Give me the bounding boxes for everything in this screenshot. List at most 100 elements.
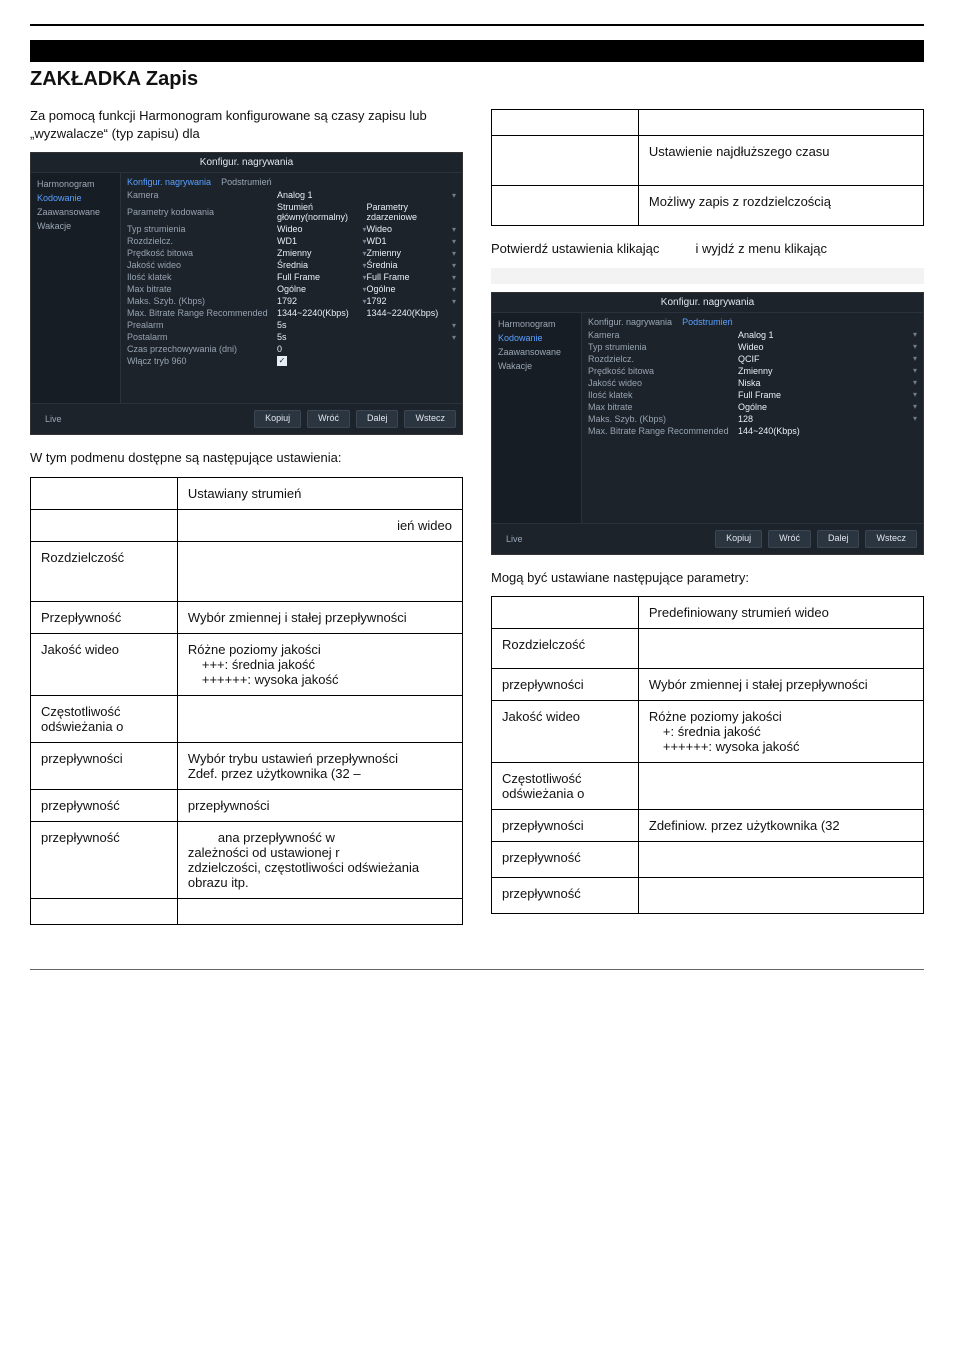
- val2-range: 1344~2240(Kbps): [367, 308, 457, 318]
- line: +: średnia jakość: [649, 724, 761, 739]
- val-rozdz[interactable]: WD1▾: [277, 236, 367, 246]
- side-wakacje[interactable]: Wakacje: [498, 359, 575, 373]
- val-czas[interactable]: 0: [277, 344, 456, 354]
- val2-jakosc[interactable]: Średnia▾: [367, 260, 457, 270]
- live-label[interactable]: Live: [37, 410, 70, 428]
- val-prealarm[interactable]: 5s▾: [277, 320, 456, 330]
- val2-ilosc[interactable]: Full Frame▾: [367, 272, 457, 282]
- prev-button[interactable]: Wstecz: [404, 410, 456, 428]
- intro-text: Za pomocą funkcji Harmonogram konfigurow…: [30, 107, 463, 142]
- shot-sidebar: Harmonogram Kodowanie Zaawansowane Wakac…: [492, 313, 582, 523]
- chevron-down-icon: ▾: [907, 342, 917, 351]
- chevron-down-icon: ▾: [446, 225, 456, 234]
- lab-predk: Prędkość bitowa: [588, 366, 738, 376]
- val-rozdz[interactable]: QCIF▾: [738, 354, 917, 364]
- copy-button[interactable]: Kopiuj: [254, 410, 301, 428]
- val2-maksszyb[interactable]: 1792▾: [367, 296, 457, 306]
- side-harmonogram[interactable]: Harmonogram: [498, 317, 575, 331]
- line: Wybór trybu ustawień przepływności: [188, 751, 398, 766]
- val-maxbit-text: Ogólne: [277, 284, 306, 294]
- cell: Rozdzielczość: [31, 541, 178, 601]
- cell: [177, 898, 462, 924]
- side-kodowanie[interactable]: Kodowanie: [498, 331, 575, 345]
- chevron-down-icon: ▾: [907, 354, 917, 363]
- chevron-down-icon: ▾: [356, 225, 366, 234]
- black-bar: [30, 40, 924, 62]
- live-label[interactable]: Live: [498, 530, 531, 548]
- chevron-down-icon: ▾: [907, 414, 917, 423]
- tab-substream[interactable]: Podstrumień: [682, 317, 733, 327]
- val-postalarm[interactable]: 5s▾: [277, 332, 456, 342]
- val-postalarm-text: 5s: [277, 332, 287, 342]
- chevron-down-icon: ▾: [356, 297, 366, 306]
- lab-range: Max. Bitrate Range Recommended: [588, 426, 738, 436]
- side-kodowanie[interactable]: Kodowanie: [37, 191, 114, 205]
- back-button[interactable]: Wróć: [307, 410, 350, 428]
- left-subhead: W tym podmenu dostępne są następujące us…: [30, 449, 463, 467]
- side-zaawansowane[interactable]: Zaawansowane: [498, 345, 575, 359]
- lab-rozdz: Rozdzielcz.: [588, 354, 738, 364]
- val-maxbit[interactable]: Ogólne▾: [738, 402, 917, 412]
- val2-rozdz[interactable]: WD1▾: [367, 236, 457, 246]
- val2-typstr[interactable]: Wideo▾: [367, 224, 457, 234]
- right-column: Ustawienie najdłuższego czasu Możliwy za…: [491, 103, 924, 939]
- side-harmonogram[interactable]: Harmonogram: [37, 177, 114, 191]
- val-maxbit[interactable]: Ogólne▾: [277, 284, 367, 294]
- cell: Ustawiany strumień: [177, 477, 462, 509]
- cell: Jakość wideo: [31, 633, 178, 695]
- val-typstr[interactable]: Wideo▾: [738, 342, 917, 352]
- val-ilosc[interactable]: Full Frame▾: [738, 390, 917, 400]
- val-jakosc[interactable]: Średnia▾: [277, 260, 367, 270]
- val2-maxbit[interactable]: Ogólne▾: [367, 284, 457, 294]
- right-top-table: Ustawienie najdłuższego czasu Możliwy za…: [491, 109, 924, 226]
- next-button[interactable]: Dalej: [356, 410, 399, 428]
- next-button[interactable]: Dalej: [817, 530, 860, 548]
- two-columns: Za pomocą funkcji Harmonogram konfigurow…: [30, 103, 924, 939]
- checkbox-icon[interactable]: ✓: [277, 356, 287, 366]
- chevron-down-icon: ▾: [446, 237, 456, 246]
- cell: [638, 878, 923, 914]
- val-kamera[interactable]: Analog 1▾: [738, 330, 917, 340]
- cell: Częstotliwość odświeżania o: [492, 763, 639, 810]
- lab-ilosc: Ilość klatek: [127, 272, 277, 282]
- tab-recording[interactable]: Konfigur. nagrywania: [588, 317, 672, 327]
- val-jakosc[interactable]: Niska▾: [738, 378, 917, 388]
- side-zaawansowane[interactable]: Zaawansowane: [37, 205, 114, 219]
- val-kamera[interactable]: Analog 1▾: [277, 190, 456, 200]
- val-ilosc-text: Full Frame: [277, 272, 320, 282]
- val-wlacz[interactable]: ✓: [277, 356, 456, 366]
- shot-title: Konfigur. nagrywania: [492, 293, 923, 313]
- cell: [638, 763, 923, 810]
- val2-maxbit-text: Ogólne: [367, 284, 396, 294]
- val-prealarm-text: 5s: [277, 320, 287, 330]
- line: ++++++: wysoka jakość: [649, 739, 800, 754]
- copy-button[interactable]: Kopiuj: [715, 530, 762, 548]
- val-predk[interactable]: Zmienny▾: [738, 366, 917, 376]
- lab-czas: Czas przechowywania (dni): [127, 344, 277, 354]
- cell: [31, 477, 178, 509]
- back-button[interactable]: Wróć: [768, 530, 811, 548]
- chevron-down-icon: ▾: [356, 273, 366, 282]
- val2-predk[interactable]: Zmienny▾: [367, 248, 457, 258]
- prev-button[interactable]: Wstecz: [865, 530, 917, 548]
- val-ilosc[interactable]: Full Frame ▾: [277, 272, 367, 282]
- val-range: 1344~2240(Kbps): [277, 308, 367, 318]
- side-wakacje[interactable]: Wakacje: [37, 219, 114, 233]
- shot-footer: Live Kopiuj Wróć Dalej Wstecz: [31, 403, 462, 434]
- val-predk[interactable]: Zmienny▾: [277, 248, 367, 258]
- val-predk-text: Zmienny: [277, 248, 312, 258]
- cell: Rozdzielczość: [492, 629, 639, 669]
- tab-substream[interactable]: Podstrumień: [221, 177, 272, 187]
- cell: Ustawienie najdłuższego czasu: [638, 136, 923, 186]
- val2-param: Parametry zdarzeniowe: [367, 202, 457, 222]
- chevron-down-icon: ▾: [356, 237, 366, 246]
- val-maksszyb[interactable]: 1792 ▾: [277, 296, 367, 306]
- cell: Różne poziomy jakości+: średnia jakość++…: [638, 701, 923, 763]
- val-maksszyb[interactable]: 128▾: [738, 414, 917, 424]
- val-maksszyb-text: 1792: [277, 296, 297, 306]
- shot-footer: Live Kopiuj Wróć Dalej Wstecz: [492, 523, 923, 554]
- right-subhead: Mogą być ustawiane następujące parametry…: [491, 569, 924, 587]
- tab-recording[interactable]: Konfigur. nagrywania: [127, 177, 211, 187]
- line: ana przepływność w: [188, 830, 335, 845]
- val-typstr[interactable]: Wideo▾: [277, 224, 367, 234]
